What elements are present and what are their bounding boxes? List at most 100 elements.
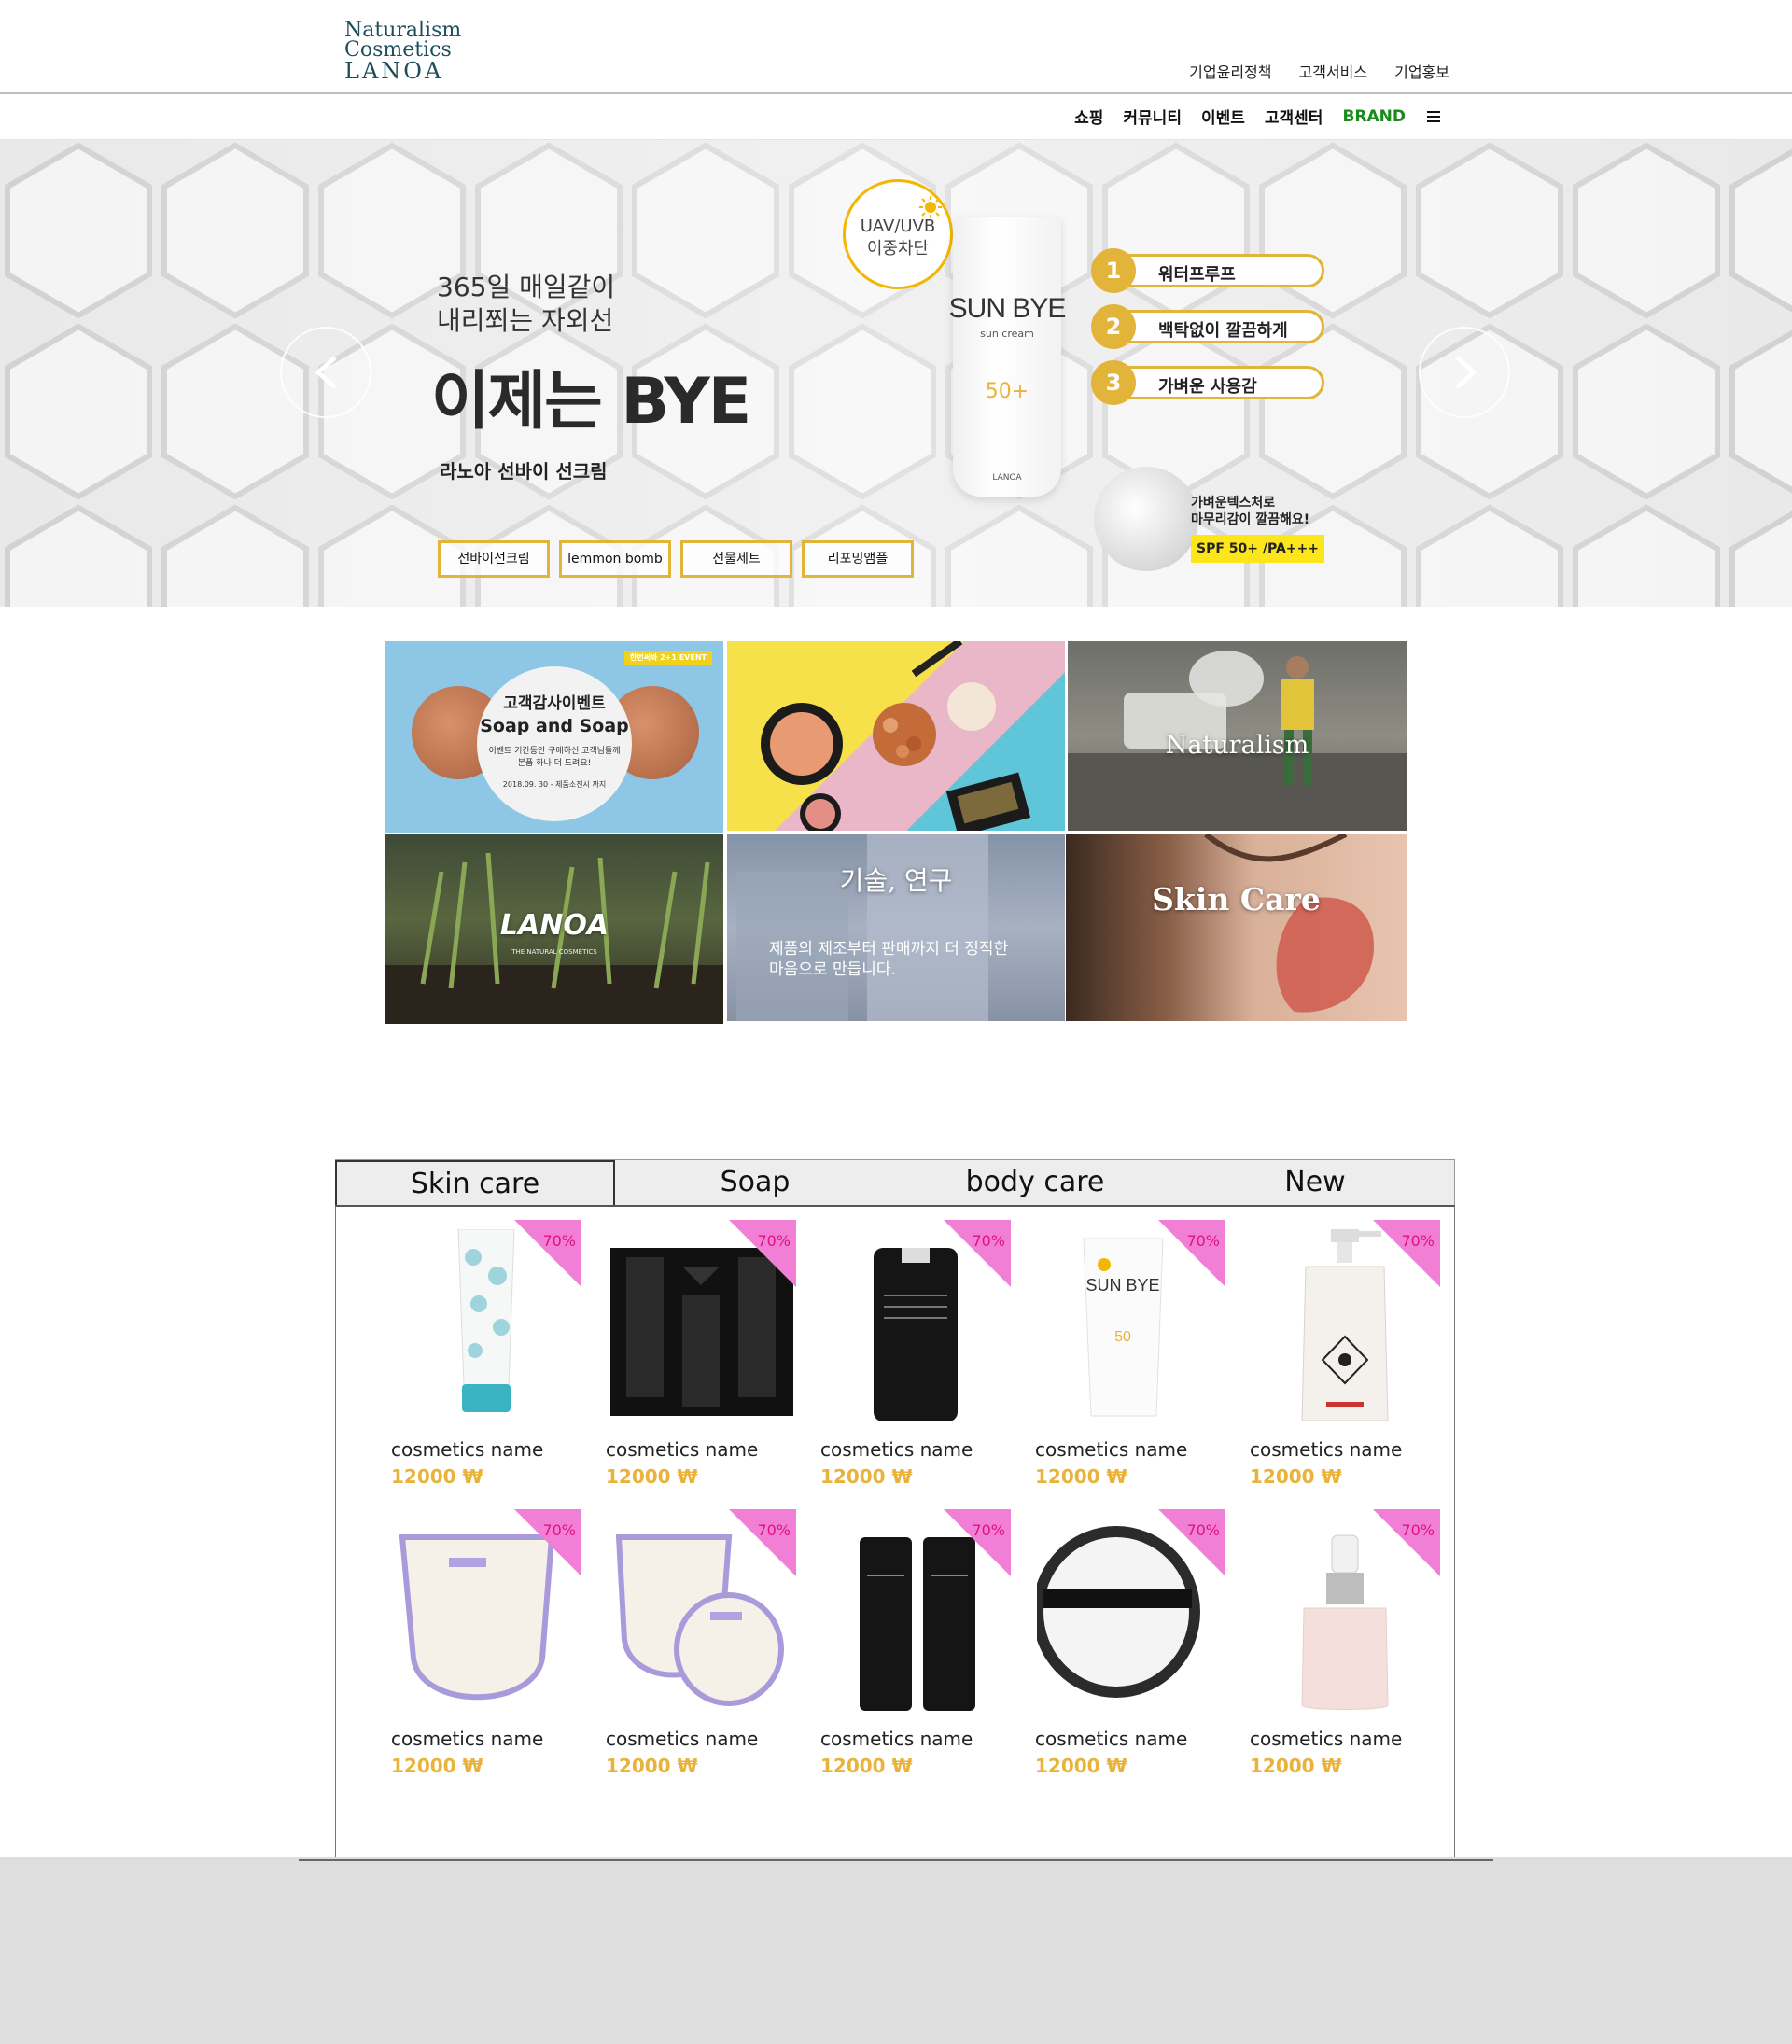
logo-line2: Cosmetics [344,38,452,62]
event-desc-line1: 이벤트 기간동안 구매하신 고객님들께 [488,747,621,756]
tile-lanoa[interactable]: LANOA THE NATURAL COSMETICS [385,834,723,1024]
hero-button-sunbye[interactable]: 선바이선크림 [438,540,550,578]
product-price: 12000 ₩ [820,1755,913,1777]
cream-texture-image [1094,467,1198,571]
product-name[interactable]: cosmetics name [1250,1438,1402,1461]
discount-label: 70% [1186,1521,1220,1539]
hero-button-lemmon-bomb[interactable]: lemmon bomb [559,540,671,578]
discount-ribbon-icon [729,1509,796,1576]
product-name[interactable]: cosmetics name [820,1728,973,1750]
tile-soap-event[interactable]: 한번써봐 2+1 EVENT 고객감사이벤트 Soap and Soap 이벤트… [385,641,723,833]
discount-label: 70% [972,1521,1005,1539]
discount-label: 70% [757,1521,791,1539]
feature-text: 워터프루프 [1158,265,1236,285]
nav-event[interactable]: 이벤트 [1201,105,1245,128]
main-nav: 쇼핑 커뮤니티 이벤트 고객센터 BRAND [1074,105,1440,128]
skin-care-label: Skin Care [1152,881,1321,917]
tab-soap[interactable]: Soap [615,1160,895,1207]
logo[interactable]: Naturalism Cosmetics LANOA [344,19,462,84]
discount-ribbon-icon [944,1509,1011,1576]
discount-label: 70% [542,1232,576,1250]
svg-text:SUN BYE: SUN BYE [1085,1276,1159,1295]
top-link-customer-service[interactable]: 고객서비스 [1299,60,1368,82]
product-price: 12000 ₩ [820,1465,913,1488]
sun-cream-tube-image: SUN BYE sun cream 50+ LANOA [938,217,1076,497]
feature-item: 3 가벼운 사용감 [1091,360,1324,405]
discount-ribbon-icon [514,1509,581,1576]
header-divider [0,92,1792,94]
top-link-pr[interactable]: 기업홍보 [1394,60,1449,82]
product-name[interactable]: cosmetics name [1035,1438,1187,1461]
product-price: 12000 ₩ [1250,1465,1342,1488]
product-price: 12000 ₩ [606,1465,698,1488]
hero-button-gift-set[interactable]: 선물세트 [680,540,792,578]
product-price: 12000 ₩ [1035,1755,1127,1777]
nav-shopping[interactable]: 쇼핑 [1074,105,1103,128]
feature-number: 2 [1091,304,1136,349]
menu-icon[interactable] [1427,110,1440,122]
hero-subtitle-line2: 내리쬐는 자외선 [437,305,614,336]
cream-text-line2: 마무리감이 깔끔해요! [1191,512,1310,527]
research-desc: 제품의 제조부터 판매까지 더 정직한 마음으로 만듭니다. [769,939,1008,980]
discount-ribbon-icon [1373,1220,1440,1287]
tile-makeup[interactable] [727,641,1065,831]
product-price: 12000 ₩ [1035,1465,1127,1488]
feature-number: 1 [1091,248,1136,293]
slider-prev-button[interactable] [280,327,371,418]
event-subtitle: Soap and Soap [480,716,629,736]
product-name[interactable]: cosmetics name [391,1728,543,1750]
discount-label: 70% [1401,1521,1435,1539]
discount-label: 70% [1401,1232,1435,1250]
discount-label: 70% [757,1232,791,1250]
feature-list: 1 워터프루프 2 백탁없이 깔끔하게 3 가벼운 사용감 [1091,248,1324,422]
feature-item: 1 워터프루프 [1091,248,1324,293]
lanoa-label: LANOA [499,909,609,942]
event-badge: 한번써봐 2+1 EVENT [623,651,712,665]
naturalism-label: Naturalism [1165,731,1309,760]
top-link-ethics[interactable]: 기업윤리정책 [1189,60,1271,82]
tube-maker: LANOA [992,473,1022,483]
hero-subtitle-line1: 365일 매일같이 [437,272,616,302]
chevron-left-icon [315,356,337,389]
discount-ribbon-icon [1158,1509,1225,1576]
cream-text-line1: 가벼운텍스처로 [1191,496,1276,511]
discount-label: 70% [972,1232,1005,1250]
chevron-right-icon [1455,356,1477,389]
tab-skin-care[interactable]: Skin care [335,1160,615,1208]
hero-button-reforming-ampoule[interactable]: 리포밍앰플 [802,540,914,578]
product-name[interactable]: cosmetics name [606,1438,758,1461]
discount-ribbon-icon [514,1220,581,1287]
nav-community[interactable]: 커뮤니티 [1123,105,1182,128]
face-mask-photo [1204,834,1374,1013]
discount-ribbon-icon [1158,1220,1225,1287]
tube-brand: SUN BYE [948,293,1067,324]
logo-line3: LANOA [344,58,444,84]
product-name[interactable]: cosmetics name [820,1438,973,1461]
slider-next-button[interactable] [1419,327,1510,418]
hero-buttons: 선바이선크림 lemmon bomb 선물세트 리포밍앰플 [438,540,914,578]
site-header: Naturalism Cosmetics LANOA 기업윤리정책 고객서비스 … [0,0,1792,140]
logo-line1: Naturalism [344,19,462,42]
product-price: 12000 ₩ [391,1465,483,1488]
research-desc-line1: 제품의 제조부터 판매까지 더 정직한 [769,940,1009,959]
promo-grid: 한번써봐 2+1 EVENT 고객감사이벤트 Soap and Soap 이벤트… [385,641,1407,1024]
product-panel: 70% cosmetics name 12000 ₩ 70% cosmetics… [335,1205,1455,1860]
product-name[interactable]: cosmetics name [391,1438,543,1461]
tab-new[interactable]: New [1175,1160,1455,1207]
nav-customer-center[interactable]: 고객센터 [1265,105,1323,128]
product-name[interactable]: cosmetics name [606,1728,758,1750]
tube-spf: 50+ [985,380,1029,403]
tile-research[interactable]: 기술, 연구 제품의 제조부터 판매까지 더 정직한 마음으로 만듭니다. [727,834,1065,1021]
tab-body-care[interactable]: body care [895,1160,1175,1207]
tile-naturalism[interactable]: Naturalism [1068,641,1407,831]
product-name[interactable]: cosmetics name [1250,1728,1402,1750]
uv-badge-line2: 이중차단 [866,239,930,259]
tube-sub: sun cream [980,328,1034,340]
tile-skin-care[interactable]: Skin Care [1066,834,1407,1021]
event-title: 고객감사이벤트 [503,694,606,713]
product-name[interactable]: cosmetics name [1035,1728,1187,1750]
lanoa-tagline: THE NATURAL COSMETICS [511,948,597,956]
nav-brand[interactable]: BRAND [1342,107,1406,126]
makeup-products-image [761,641,1031,831]
product-price: 12000 ₩ [606,1755,698,1777]
